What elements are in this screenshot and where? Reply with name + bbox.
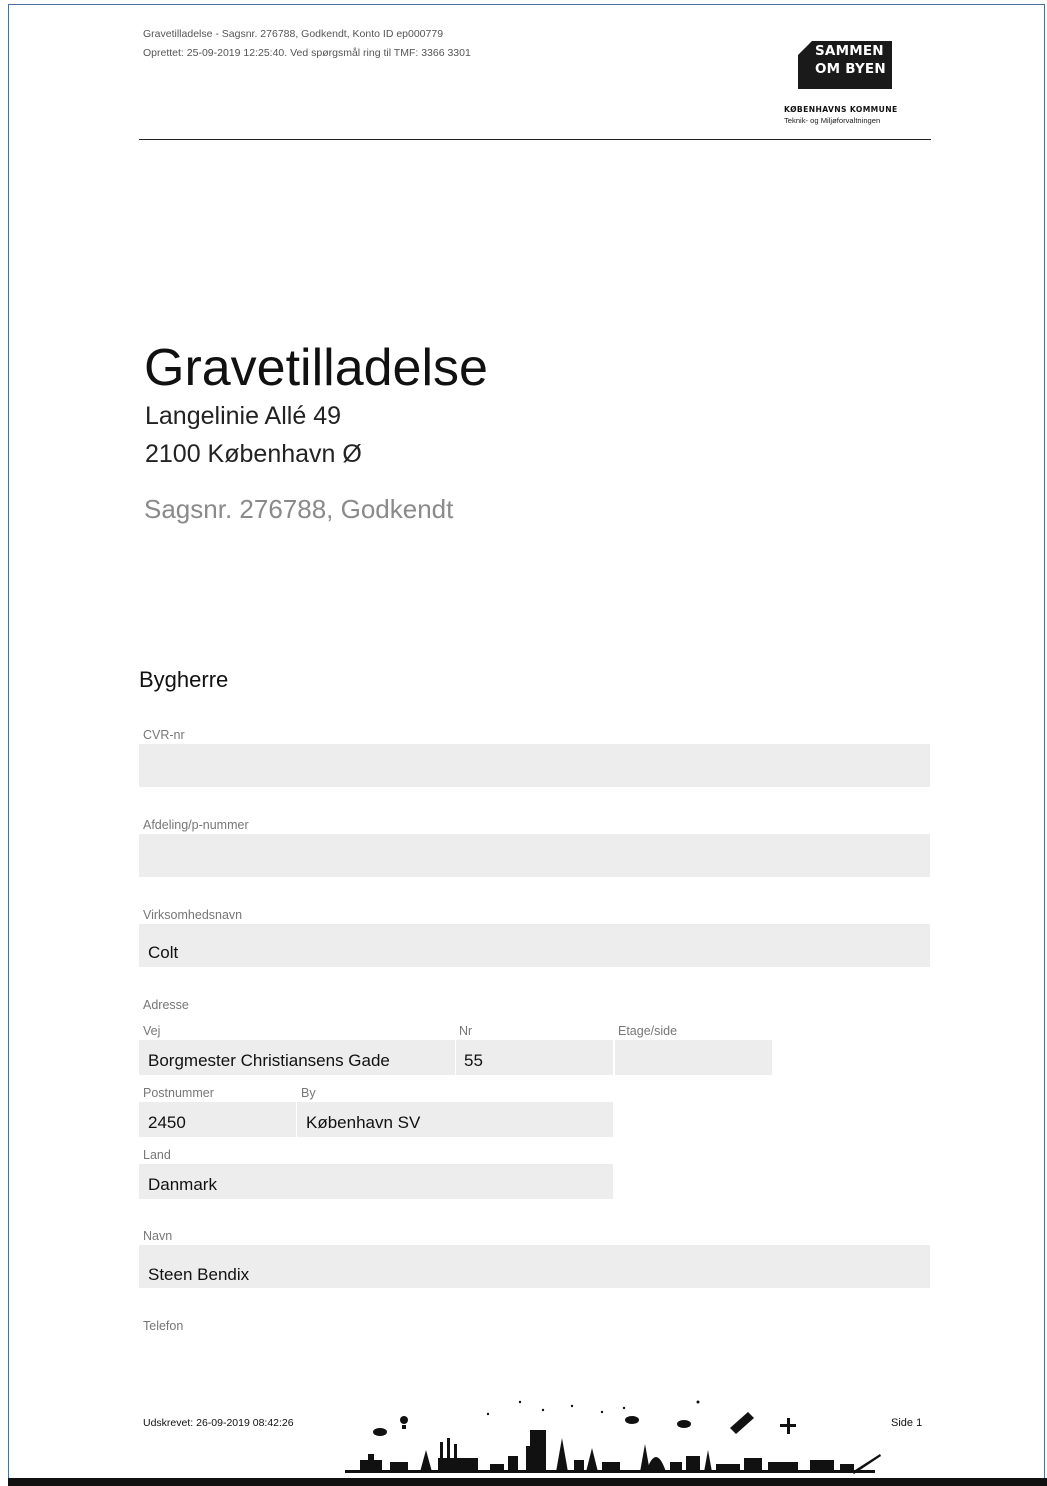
land-value: Danmark (148, 1175, 217, 1194)
vej-label: Vej (143, 1024, 161, 1038)
vej-field: Borgmester Christiansens Gade (139, 1040, 455, 1075)
nr-value: 55 (464, 1051, 483, 1070)
nr-field: 55 (456, 1040, 613, 1075)
postnummer-value: 2450 (148, 1113, 186, 1132)
by-field: København SV (297, 1102, 613, 1137)
logo-text-line1: SAMMEN (815, 43, 884, 59)
adresse-label: Adresse (143, 998, 189, 1012)
afdeling-label: Afdeling/p-nummer (143, 818, 249, 832)
navn-label: Navn (143, 1229, 173, 1243)
cvr-field (139, 744, 930, 787)
by-label: By (301, 1086, 316, 1100)
document-title: Gravetilladelse (144, 339, 488, 397)
virksomhedsnavn-field: Colt (139, 924, 930, 967)
telefon-label: Telefon (143, 1319, 184, 1333)
land-label: Land (143, 1148, 171, 1162)
address-street: Langelinie Allé 49 (145, 402, 341, 430)
page-number: Side 1 (891, 1417, 923, 1429)
navn-value: Steen Bendix (148, 1265, 250, 1284)
header-divider (139, 139, 931, 140)
cvr-label: CVR-nr (143, 728, 185, 742)
postnummer-label: Postnummer (143, 1086, 214, 1100)
vej-value: Borgmester Christiansens Gade (148, 1051, 390, 1070)
printed-timestamp: Udskrevet: 26-09-2019 08:42:26 (143, 1417, 294, 1429)
navn-field: Steen Bendix (139, 1245, 930, 1288)
case-status: Sagsnr. 276788, Godkendt (144, 494, 454, 524)
virksomhedsnavn-label: Virksomhedsnavn (143, 908, 243, 922)
by-value: København SV (306, 1113, 421, 1132)
postnummer-field: 2450 (139, 1102, 296, 1137)
municipality-name: KØBENHAVNS KOMMUNE (784, 105, 898, 114)
virksomhedsnavn-value: Colt (148, 943, 179, 962)
header-case-line: Gravetilladelse - Sagsnr. 276788, Godken… (143, 28, 444, 40)
etage-label: Etage/side (618, 1024, 678, 1038)
section-heading-bygherre: Bygherre (139, 667, 229, 692)
copenhagen-skyline-illustration (340, 1398, 885, 1483)
logo-text-line2: OM BYEN (815, 61, 886, 77)
department-name: Teknik- og Miljøforvaltningen (784, 116, 881, 125)
nr-label: Nr (459, 1024, 473, 1038)
address-city: 2100 København Ø (145, 440, 362, 468)
header-created-line: Oprettet: 25-09-2019 12:25:40. Ved spørg… (143, 47, 471, 59)
land-field: Danmark (139, 1164, 613, 1199)
afdeling-field (139, 834, 930, 877)
etage-field (615, 1040, 772, 1075)
